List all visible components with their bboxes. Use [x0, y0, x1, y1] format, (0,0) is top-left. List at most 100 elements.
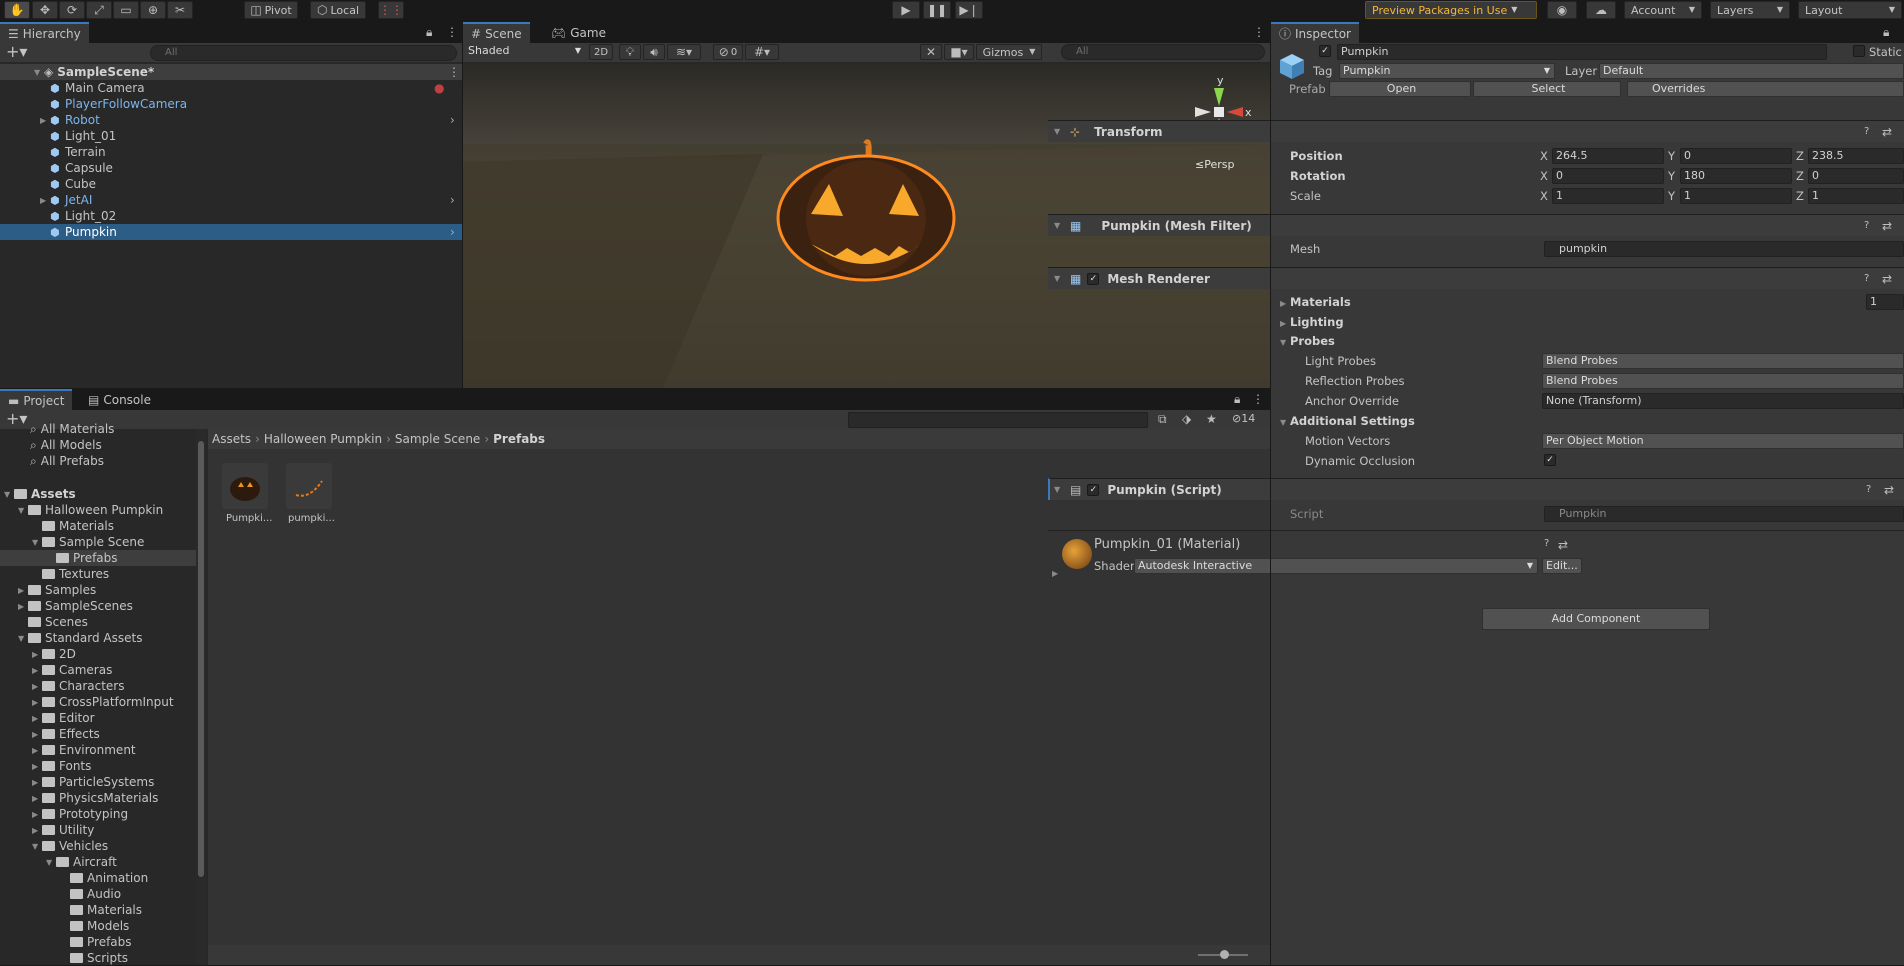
expand-arrow-icon[interactable]: ▶ [32, 714, 42, 723]
transform-header[interactable]: ▼ ⊹ Transform ? ⇄ [1048, 120, 1904, 142]
local-button[interactable]: ⬡ Local [310, 1, 366, 19]
folder-tree-item[interactable]: ▶ CrossPlatformInput [0, 694, 196, 710]
asset-label[interactable]: Pumpki... [226, 513, 272, 524]
hand-tool-button[interactable]: ✋ [4, 1, 30, 19]
lock-icon[interactable]: 🔒︎ [426, 26, 432, 38]
2d-toggle-button[interactable]: 2D [589, 44, 613, 60]
expand-arrow-icon[interactable]: ▶ [32, 826, 42, 835]
expand-arrow-icon[interactable]: ▶ [40, 196, 50, 205]
prefab-select-button[interactable]: Select [1473, 81, 1621, 97]
rotate-tool-button[interactable]: ⟳ [59, 1, 85, 19]
create-plus-icon[interactable]: +▾ [6, 410, 27, 428]
favorite-search-item[interactable]: ⌕ All Models [30, 437, 102, 453]
preview-packages-button[interactable]: Preview Packages in Use ▼ [1365, 1, 1537, 19]
filter-label-icon[interactable]: ⬗ [1182, 413, 1191, 425]
scl-z-field[interactable]: 1 [1808, 188, 1904, 204]
expand-arrow-icon[interactable]: ▼ [32, 842, 42, 851]
folder-tree-item[interactable]: ▶ Prototyping [0, 806, 196, 822]
axis-z-label[interactable]: Z [1796, 149, 1804, 163]
shader-dropdown[interactable]: Autodesk Interactive ▼ [1134, 558, 1538, 574]
hierarchy-item[interactable]: ⬢ Light_01 [0, 128, 462, 144]
lock-icon[interactable]: 🔒︎ [1234, 393, 1240, 405]
folder-tree-item[interactable]: ▼ Vehicles [0, 838, 196, 854]
grid-snap-button[interactable]: ⋮⋮ [378, 1, 404, 19]
tab-hierarchy[interactable]: ☰ Hierarchy [0, 22, 89, 43]
expand-arrow-icon[interactable]: ▶ [32, 794, 42, 803]
audio-toggle-button[interactable]: 🔊︎ [643, 44, 665, 60]
tools-toggle-button[interactable]: ✕ [920, 44, 942, 60]
projection-label[interactable]: ≤Persp [1195, 158, 1234, 171]
cloud-button[interactable]: ☁ [1586, 1, 1616, 19]
pos-y-field[interactable]: 0 [1680, 148, 1792, 164]
project-search-input[interactable] [848, 412, 1148, 428]
splitter[interactable] [1270, 22, 1271, 965]
custom-tool-button[interactable]: ✂ [167, 1, 193, 19]
layers-dropdown[interactable]: Layers ▼ [1710, 1, 1790, 19]
expand-arrow-icon[interactable]: ▶ [32, 698, 42, 707]
breadcrumb-item[interactable]: Sample Scene [395, 432, 480, 446]
foldout-arrow-icon[interactable]: ▼ [1054, 221, 1064, 230]
motion-vectors-dropdown[interactable]: Per Object Motion [1542, 433, 1904, 449]
folder-tree-item[interactable]: ▼ Standard Assets [0, 630, 196, 646]
rect-tool-button[interactable]: ▭ [113, 1, 139, 19]
breadcrumb-item[interactable]: Prefabs [493, 432, 545, 446]
collab-button[interactable]: ◉ [1547, 1, 1577, 19]
pos-x-field[interactable]: 264.5 [1552, 148, 1664, 164]
hierarchy-item[interactable]: ⬢ Cube [0, 176, 462, 192]
shading-mode-dropdown[interactable]: Shaded ▼ [465, 44, 585, 60]
static-checkbox[interactable] [1853, 45, 1865, 57]
scl-x-field[interactable]: 1 [1552, 188, 1664, 204]
account-dropdown[interactable]: Account ▼ [1624, 1, 1702, 19]
preset-settings-icon[interactable]: ⇄ [1882, 273, 1892, 285]
tag-dropdown[interactable]: Pumpkin ▼ [1339, 63, 1555, 79]
lock-icon[interactable]: 🔒︎ [1883, 26, 1889, 38]
folder-tree-item[interactable]: ▶ Fonts [0, 758, 196, 774]
expand-arrow-icon[interactable]: ▶ [40, 116, 50, 125]
preset-settings-icon[interactable]: ⇄ [1882, 126, 1892, 138]
help-icon[interactable]: ? [1864, 273, 1869, 284]
axis-y-label[interactable]: Y [1668, 149, 1675, 163]
layout-dropdown[interactable]: Layout ▼ [1798, 1, 1902, 19]
folder-tree-item[interactable]: Scripts [0, 950, 196, 966]
script-object-field[interactable]: Pumpkin [1544, 506, 1904, 522]
folder-tree-item[interactable]: ▼ Sample Scene [0, 534, 196, 550]
help-icon[interactable]: ? [1864, 220, 1869, 231]
tab-project[interactable]: ▬ Project [0, 389, 73, 410]
folder-tree-item[interactable]: Materials [0, 902, 196, 918]
folder-tree-item[interactable]: ▶ Characters [0, 678, 196, 694]
hidden-packages-count[interactable]: ⊘14 [1232, 412, 1255, 425]
expand-arrow-icon[interactable]: ▶ [18, 602, 28, 611]
folder-tree-item[interactable]: ▼ Halloween Pumpkin [0, 502, 196, 518]
folder-tree-item[interactable]: Textures [0, 566, 196, 582]
tab-console[interactable]: ▤ Console [80, 389, 159, 410]
effects-toggle-button[interactable]: ≋▾ [667, 44, 701, 60]
folder-tree-item[interactable]: ▶ ParticleSystems [0, 774, 196, 790]
expand-arrow-icon[interactable]: ▶ [32, 810, 42, 819]
help-icon[interactable]: ? [1864, 126, 1869, 137]
mesh-renderer-enabled-checkbox[interactable]: ✓ [1087, 272, 1100, 285]
asset-thumb-pumpkin-prefab[interactable] [222, 463, 268, 509]
anchor-override-field[interactable]: None (Transform) [1542, 393, 1904, 409]
folder-tree-item[interactable]: ▶ Cameras [0, 662, 196, 678]
scene-search-input[interactable]: All [1061, 44, 1265, 60]
prefab-overrides-dropdown[interactable]: Overrides [1627, 81, 1904, 97]
rot-y-field[interactable]: 180 [1680, 168, 1792, 184]
pause-button[interactable]: ❚❚ [923, 1, 951, 19]
step-button[interactable]: ▶❘ [955, 1, 983, 19]
asset-thumb-pumpkin-mesh[interactable] [286, 463, 332, 509]
hierarchy-item[interactable]: ⬢ Pumpkin › [0, 224, 462, 240]
foldout-arrow-icon[interactable]: ▼ [1054, 274, 1064, 283]
move-tool-button[interactable]: ✥ [32, 1, 58, 19]
breadcrumb-item[interactable]: Assets [212, 432, 251, 446]
expand-arrow-icon[interactable]: ▶ [18, 586, 28, 595]
rot-z-field[interactable]: 0 [1808, 168, 1904, 184]
axis-z-label[interactable]: Z [1796, 169, 1804, 183]
folder-tree-item[interactable]: Audio [0, 886, 196, 902]
folder-tree-item[interactable]: ▼ Assets [0, 486, 196, 502]
kebab-menu-icon[interactable]: ⋮ [1253, 26, 1265, 38]
asset-label[interactable]: pumpki... [288, 513, 335, 524]
expand-arrow-icon[interactable]: ▼ [34, 68, 44, 77]
mesh-filter-header[interactable]: ▼ ▦ Pumpkin (Mesh Filter) ? ⇄ [1048, 214, 1904, 236]
lighting-toggle-button[interactable]: 💡︎ [619, 44, 641, 60]
pumpkin-model[interactable] [771, 134, 961, 284]
